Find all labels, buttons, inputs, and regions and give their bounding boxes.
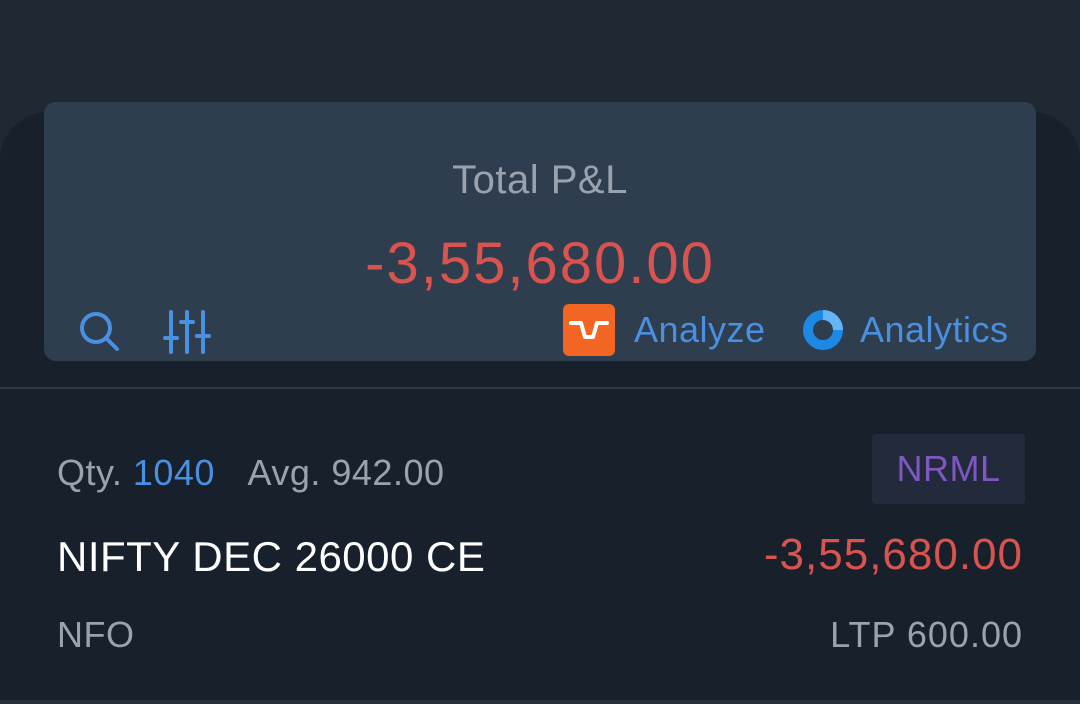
positions-toolbar: Analyze Analytics [0,298,1080,364]
divider [0,387,1080,389]
sliders-icon[interactable] [163,308,211,356]
ltp-line: LTP 600.00 [830,614,1023,656]
analytics-button[interactable]: Analytics [802,304,1009,356]
position-row[interactable]: Qty. 1040 Avg. 942.00 NRML NIFTY DEC 260… [0,390,1080,702]
analyze-logo-icon [563,304,615,356]
analytics-logo-icon [802,309,844,351]
analyze-label: Analyze [634,309,766,350]
total-pnl-label: Total P&L [452,158,628,202]
analytics-label: Analytics [860,309,1009,350]
bottom-divider [0,700,1080,704]
ltp-value: 600.00 [906,614,1023,655]
position-pnl: -3,55,680.00 [763,530,1023,579]
avg-label: Avg. [247,452,321,493]
qty-label: Qty. [57,452,123,493]
qty-value: 1040 [132,452,215,493]
total-pnl-value: -3,55,680.00 [365,231,715,296]
search-icon[interactable] [76,308,124,356]
ltp-label: LTP [830,614,896,655]
analyze-button[interactable]: Analyze [563,304,766,356]
instrument-symbol: NIFTY DEC 26000 CE [57,533,486,580]
avg-value: 942.00 [331,452,445,493]
qty-avg-line: Qty. 1040 Avg. 942.00 [57,452,444,494]
product-badge: NRML [872,434,1025,504]
exchange-label: NFO [57,614,135,655]
